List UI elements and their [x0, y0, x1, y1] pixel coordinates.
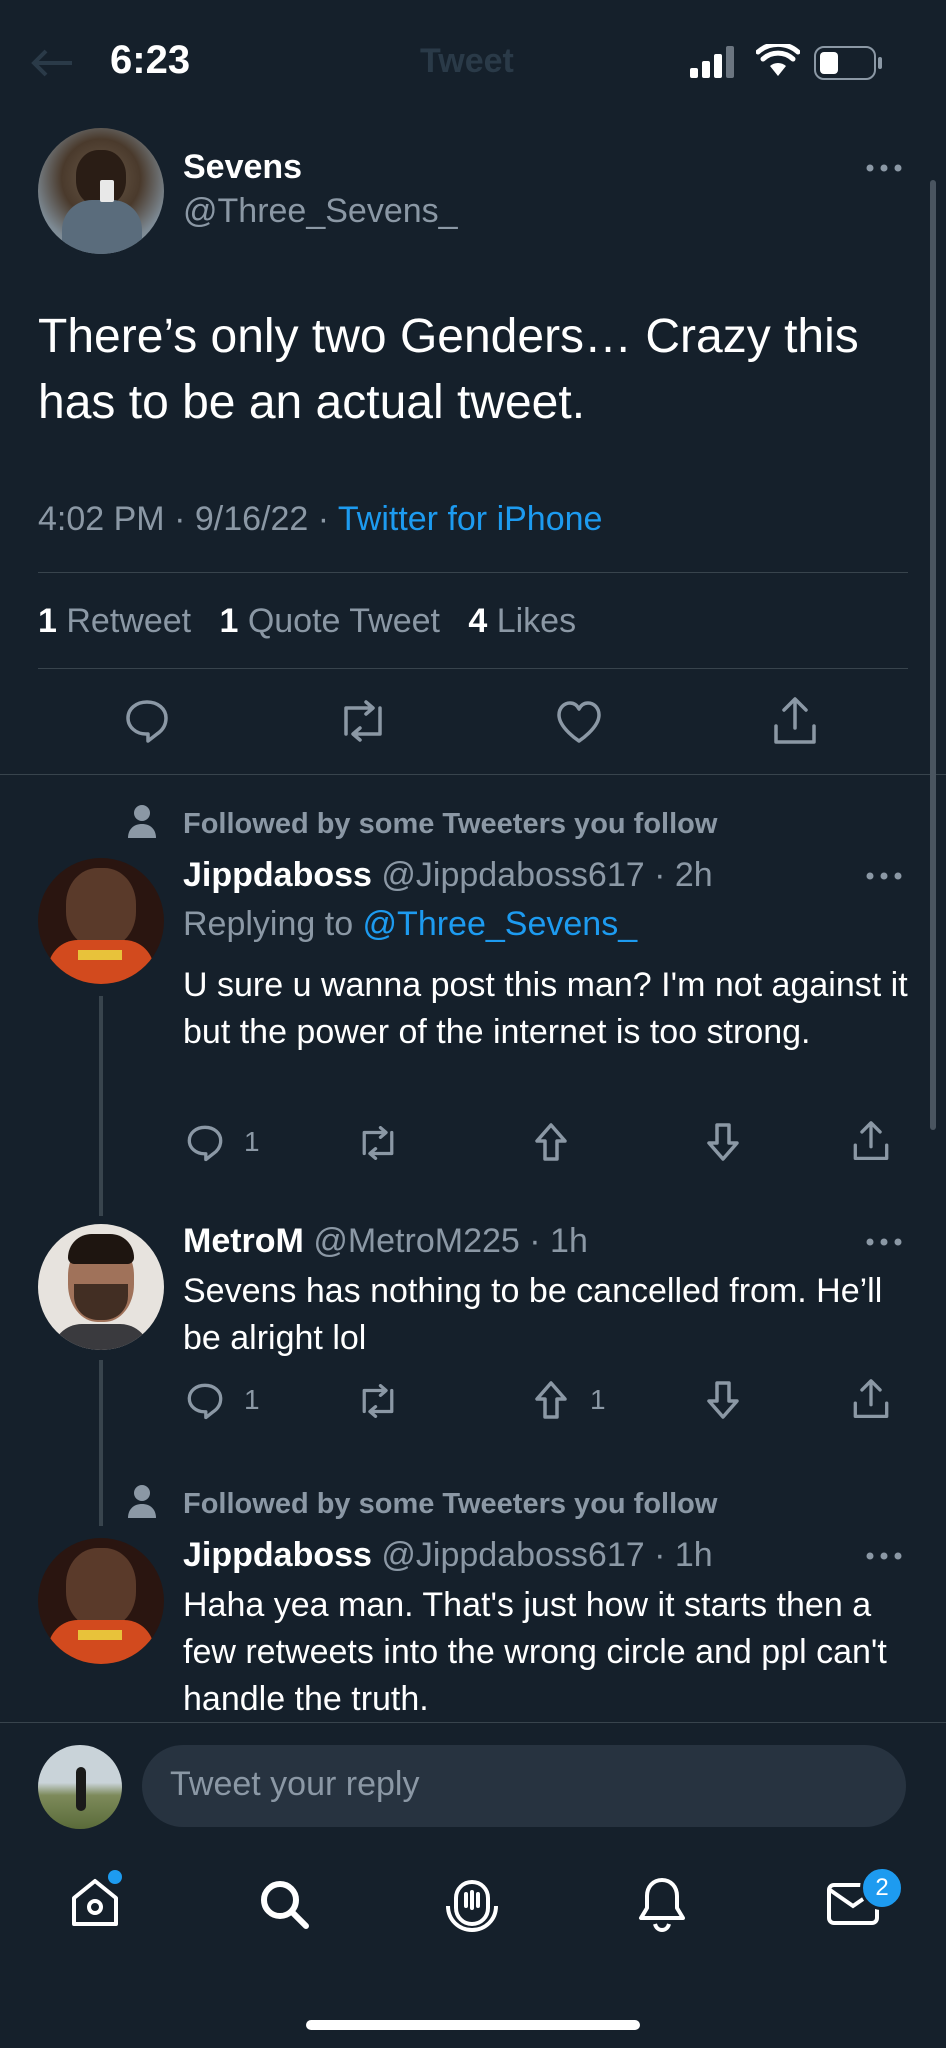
author-handle[interactable]: @Three_Sevens_: [183, 192, 458, 231]
more-options-icon[interactable]: [866, 1552, 902, 1560]
person-icon: [126, 804, 158, 838]
reply-display-name[interactable]: Jippdaboss: [183, 856, 372, 894]
scrollbar[interactable]: [930, 180, 936, 1130]
divider: [38, 668, 908, 669]
reply-count: 1: [244, 1384, 260, 1415]
downvote-icon[interactable]: [706, 1380, 740, 1420]
reply-header: Jippdaboss @Jippdaboss617 · 1h: [183, 1536, 713, 1575]
author-display-name[interactable]: Sevens: [183, 148, 302, 187]
reply-header: Jippdaboss @Jippdaboss617 · 2h: [183, 856, 713, 895]
status-time: 6:23: [110, 38, 191, 82]
person-icon: [126, 1484, 158, 1518]
retweet-icon[interactable]: [336, 700, 390, 742]
signal-icon: [690, 46, 738, 78]
reply-icon[interactable]: [186, 1382, 224, 1420]
reply-header: MetroM @MetroM225 · 1h: [183, 1222, 588, 1261]
author-avatar[interactable]: [38, 128, 164, 254]
reply-handle[interactable]: @Jippdaboss617 · 1h: [381, 1536, 712, 1574]
home-indicator: [306, 2020, 640, 2030]
upvote-icon[interactable]: [534, 1122, 568, 1162]
like-icon[interactable]: [555, 700, 603, 744]
battery-icon: [814, 46, 884, 80]
tweet-text: There’s only two Genders… Crazy this has…: [38, 310, 859, 429]
social-context: Followed by some Tweeters you follow: [183, 1488, 718, 1520]
wifi-icon: [756, 44, 800, 78]
reply-icon[interactable]: [186, 1124, 224, 1162]
more-options-icon[interactable]: [866, 872, 902, 880]
thread-line: [99, 1360, 103, 1526]
reply-icon[interactable]: [124, 698, 170, 744]
status-bar: 6:23 Tweet: [0, 0, 946, 120]
upvote-count: 1: [590, 1384, 606, 1415]
likes-stat[interactable]: 4 Likes: [468, 602, 576, 640]
retweets-stat[interactable]: 1 Retweet: [38, 602, 191, 640]
tweet-source[interactable]: Twitter for iPhone: [338, 500, 603, 538]
replying-to: Replying to @Three_Sevens_: [183, 905, 638, 943]
reply-input[interactable]: Tweet your reply: [142, 1745, 906, 1827]
divider: [0, 774, 946, 775]
reply-text: Sevens has nothing to be cancelled from.…: [183, 1272, 883, 1357]
tweet-meta: 4:02 PM · 9/16/22 · Twitter for iPhone: [38, 500, 602, 539]
reply-avatar[interactable]: [38, 1224, 164, 1350]
reply-display-name[interactable]: Jippdaboss: [183, 1536, 372, 1574]
header-title: Tweet: [420, 42, 514, 80]
downvote-icon[interactable]: [706, 1122, 740, 1162]
reply-avatar[interactable]: [38, 1538, 164, 1664]
divider: [38, 572, 908, 573]
quotes-stat[interactable]: 1 Quote Tweet: [219, 602, 440, 640]
tab-bar: 2: [0, 1844, 946, 2048]
reply-handle[interactable]: @MetroM225 · 1h: [313, 1222, 588, 1260]
reply-text: Haha yea man. That's just how it starts …: [183, 1586, 887, 1718]
social-context: Followed by some Tweeters you follow: [183, 808, 718, 840]
tweet-stats: 1 Retweet 1 Quote Tweet 4 Likes: [38, 602, 576, 641]
composer-bar: Tweet your reply: [0, 1722, 946, 1845]
my-avatar[interactable]: [38, 1745, 122, 1829]
reply-handle[interactable]: @Jippdaboss617 · 2h: [381, 856, 712, 894]
replying-to-handle[interactable]: @Three_Sevens_: [363, 905, 638, 943]
upvote-icon[interactable]: [534, 1380, 568, 1420]
retweet-icon[interactable]: [356, 1126, 400, 1160]
home-icon[interactable]: [68, 1876, 122, 1930]
reply-text: U sure u wanna post this man? I'm not ag…: [183, 966, 908, 1051]
back-arrow-icon[interactable]: [30, 48, 74, 78]
search-icon[interactable]: [258, 1878, 310, 1930]
share-icon[interactable]: [852, 1120, 890, 1162]
messages-badge: 2: [860, 1866, 904, 1910]
home-notification-dot: [108, 1870, 122, 1884]
share-icon[interactable]: [772, 696, 818, 746]
more-options-icon[interactable]: [866, 1238, 902, 1246]
tweet-timestamp: 4:02 PM · 9/16/22 ·: [38, 500, 338, 538]
retweet-icon[interactable]: [356, 1384, 400, 1418]
spaces-icon[interactable]: [444, 1876, 500, 1932]
thread-line: [99, 996, 103, 1216]
reply-avatar[interactable]: [38, 858, 164, 984]
reply-display-name[interactable]: MetroM: [183, 1222, 304, 1260]
reply-count: 1: [244, 1126, 260, 1157]
notifications-icon[interactable]: [636, 1876, 688, 1932]
more-options-icon[interactable]: [866, 164, 902, 172]
reply-input-placeholder: Tweet your reply: [170, 1765, 420, 1803]
share-icon[interactable]: [852, 1378, 890, 1420]
